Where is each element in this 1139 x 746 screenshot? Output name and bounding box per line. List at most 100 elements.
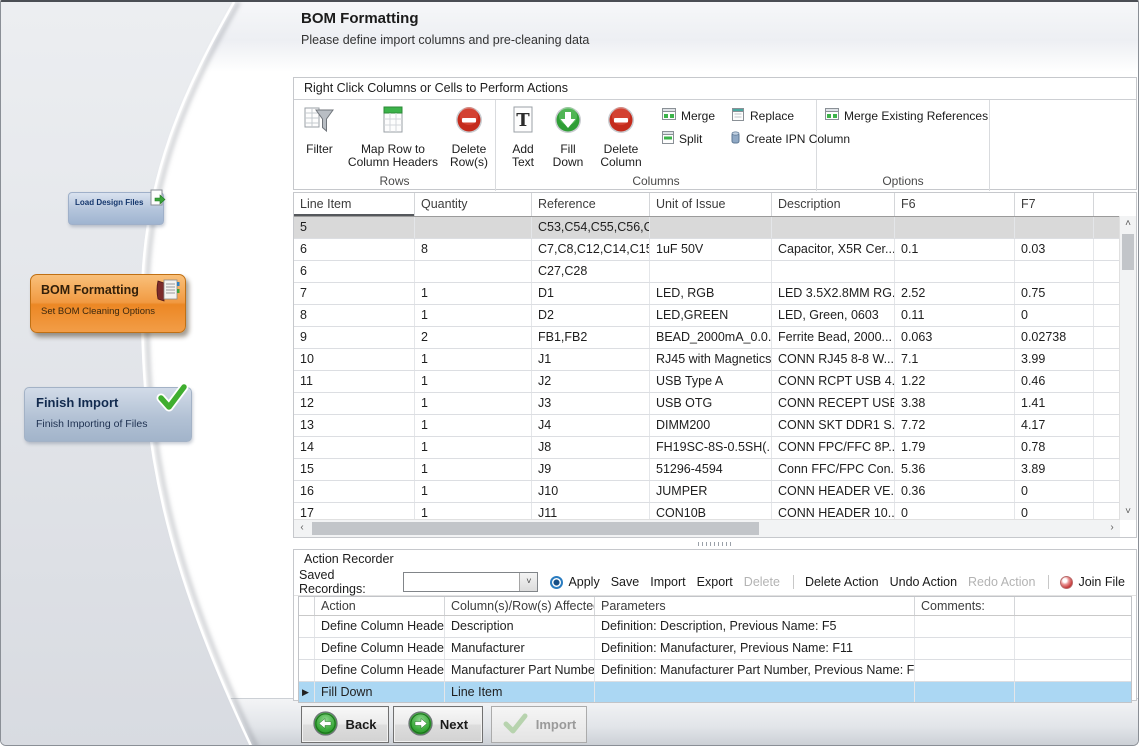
- grid-column-header[interactable]: [1094, 193, 1136, 216]
- merge-button[interactable]: Merge: [662, 108, 715, 124]
- grid-cell[interactable]: 1: [415, 305, 532, 326]
- grid-vertical-scrollbar[interactable]: ˄ ˅: [1119, 216, 1136, 520]
- grid-cell[interactable]: 51296-4594: [650, 459, 772, 480]
- table-row[interactable]: 131J4DIMM200CONN SKT DDR1 S...7.724.17: [294, 415, 1136, 437]
- action-cell[interactable]: ▶: [299, 682, 315, 703]
- grid-cell[interactable]: DIMM200: [650, 415, 772, 436]
- grid-cell[interactable]: CONN RECEPT USB...: [772, 393, 895, 414]
- add-text-button[interactable]: T Add Text: [504, 105, 542, 169]
- grid-cell[interactable]: 5.36: [895, 459, 1015, 480]
- action-column-header[interactable]: [1015, 597, 1131, 615]
- grid-cell[interactable]: USB OTG: [650, 393, 772, 414]
- action-cell[interactable]: [1015, 616, 1131, 637]
- grid-cell[interactable]: 1: [415, 349, 532, 370]
- grid-cell[interactable]: FB1,FB2: [532, 327, 650, 348]
- grid-cell[interactable]: J2: [532, 371, 650, 392]
- import-button[interactable]: Import: [491, 706, 587, 743]
- grid-cell[interactable]: 9: [294, 327, 415, 348]
- grid-cell[interactable]: [895, 217, 1015, 238]
- table-row[interactable]: 111J2USB Type ACONN RCPT USB 4...1.220.4…: [294, 371, 1136, 393]
- grid-cell[interactable]: 11: [294, 371, 415, 392]
- grid-cell[interactable]: [772, 261, 895, 282]
- wizard-step-bom-formatting[interactable]: BOM Formatting Set BOM Cleaning Options: [30, 274, 186, 333]
- grid-cell[interactable]: 16: [294, 481, 415, 502]
- grid-cell[interactable]: 8: [415, 239, 532, 260]
- grid-cell[interactable]: 0.36: [895, 481, 1015, 502]
- table-row[interactable]: 121J3USB OTGCONN RECEPT USB...3.381.41: [294, 393, 1136, 415]
- grid-cell[interactable]: 8: [294, 305, 415, 326]
- back-button[interactable]: Back: [301, 706, 389, 743]
- grid-horizontal-scrollbar[interactable]: ‹ ›: [294, 519, 1120, 537]
- grid-column-header[interactable]: Line Item: [294, 193, 415, 216]
- grid-cell[interactable]: 1: [415, 459, 532, 480]
- grid-cell[interactable]: FH19SC-8S-0.5SH(...: [650, 437, 772, 458]
- scroll-left-icon[interactable]: ‹: [294, 520, 310, 536]
- grid-cell[interactable]: 3.99: [1015, 349, 1094, 370]
- grid-cell[interactable]: [650, 261, 772, 282]
- wizard-step-finish-import[interactable]: Finish Import Finish Importing of Files: [24, 387, 192, 442]
- grid-cell[interactable]: 1.41: [1015, 393, 1094, 414]
- split-button[interactable]: Split: [662, 131, 715, 147]
- grid-cell[interactable]: [772, 217, 895, 238]
- grid-cell[interactable]: C27,C28: [532, 261, 650, 282]
- merge-existing-references-button[interactable]: Merge Existing References: [825, 108, 989, 124]
- next-button[interactable]: Next: [393, 706, 483, 743]
- grid-cell[interactable]: 0.78: [1015, 437, 1094, 458]
- action-cell[interactable]: Define Column Header: [315, 660, 445, 681]
- grid-cell[interactable]: LED, Green, 0603: [772, 305, 895, 326]
- grid-recorder-splitter[interactable]: [293, 538, 1137, 549]
- table-row[interactable]: 141J8FH19SC-8S-0.5SH(...CONN FPC/FFC 8P.…: [294, 437, 1136, 459]
- action-cell[interactable]: Description: [445, 616, 595, 637]
- grid-cell[interactable]: [415, 217, 532, 238]
- grid-cell[interactable]: 15: [294, 459, 415, 480]
- action-cell[interactable]: Line Item: [445, 682, 595, 703]
- action-cell[interactable]: [1015, 682, 1131, 703]
- action-cell[interactable]: [915, 682, 1015, 703]
- grid-cell[interactable]: 1: [415, 415, 532, 436]
- grid-cell[interactable]: C53,C54,C55,C56,C...: [532, 217, 650, 238]
- grid-column-header[interactable]: Quantity: [415, 193, 532, 216]
- filter-button[interactable]: Filter: [300, 105, 339, 156]
- action-column-header[interactable]: Action: [315, 597, 445, 615]
- grid-cell[interactable]: CONN SKT DDR1 S...: [772, 415, 895, 436]
- action-cell[interactable]: Define Column Header: [315, 638, 445, 659]
- grid-cell[interactable]: USB Type A: [650, 371, 772, 392]
- export-button[interactable]: Export: [697, 575, 733, 589]
- grid-cell[interactable]: 6: [294, 239, 415, 260]
- grid-cell[interactable]: 2: [415, 327, 532, 348]
- fill-down-button[interactable]: Fill Down: [546, 105, 590, 169]
- grid-cell[interactable]: 1: [415, 371, 532, 392]
- action-cell[interactable]: [915, 616, 1015, 637]
- grid-cell[interactable]: CONN HEADER VE...: [772, 481, 895, 502]
- grid-cell[interactable]: 0.46: [1015, 371, 1094, 392]
- table-row[interactable]: Define Column HeaderDescriptionDefinitio…: [299, 616, 1131, 638]
- join-file-button[interactable]: Join File: [1060, 575, 1125, 589]
- vertical-scroll-thumb[interactable]: [1122, 234, 1134, 270]
- action-cell[interactable]: Manufacturer: [445, 638, 595, 659]
- action-cell[interactable]: [1015, 660, 1131, 681]
- grid-cell[interactable]: 0: [1015, 481, 1094, 502]
- grid-cell[interactable]: 1: [415, 283, 532, 304]
- grid-cell[interactable]: 10: [294, 349, 415, 370]
- grid-cell[interactable]: [895, 261, 1015, 282]
- table-row[interactable]: 92FB1,FB2BEAD_2000mA_0.0...Ferrite Bead,…: [294, 327, 1136, 349]
- grid-cell[interactable]: J4: [532, 415, 650, 436]
- grid-cell[interactable]: JUMPER: [650, 481, 772, 502]
- grid-cell[interactable]: 0.11: [895, 305, 1015, 326]
- grid-cell[interactable]: 2.52: [895, 283, 1015, 304]
- action-cell[interactable]: Definition: Description, Previous Name: …: [595, 616, 915, 637]
- grid-cell[interactable]: Conn FFC/FPC Con...: [772, 459, 895, 480]
- grid-cell[interactable]: J10: [532, 481, 650, 502]
- grid-cell[interactable]: 7.1: [895, 349, 1015, 370]
- grid-cell[interactable]: 1: [415, 437, 532, 458]
- grid-column-header[interactable]: F7: [1015, 193, 1094, 216]
- grid-cell[interactable]: [1015, 217, 1094, 238]
- grid-cell[interactable]: LED 3.5X2.8MM RG...: [772, 283, 895, 304]
- grid-cell[interactable]: 6: [294, 261, 415, 282]
- grid-cell[interactable]: LED,GREEN: [650, 305, 772, 326]
- grid-cell[interactable]: 0.03: [1015, 239, 1094, 260]
- grid-cell[interactable]: Capacitor, X5R Cer...: [772, 239, 895, 260]
- saved-recordings-combobox[interactable]: ˅: [403, 572, 539, 592]
- grid-cell[interactable]: 3.89: [1015, 459, 1094, 480]
- grid-cell[interactable]: 5: [294, 217, 415, 238]
